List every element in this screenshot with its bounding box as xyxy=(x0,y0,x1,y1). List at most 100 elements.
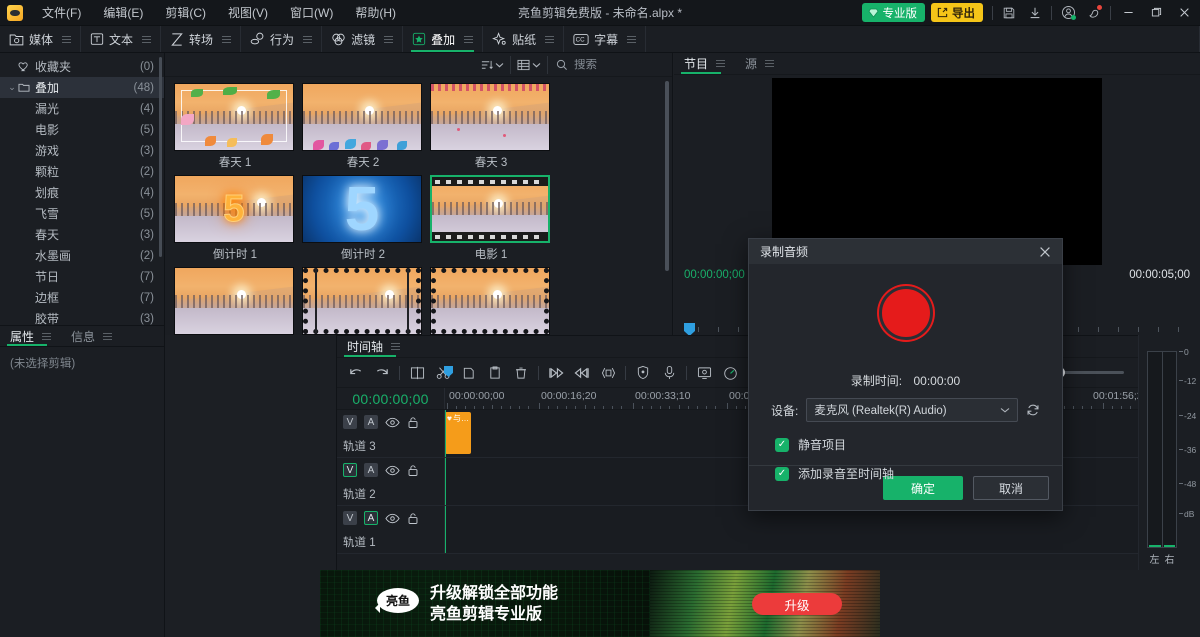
menu-dots-icon[interactable] xyxy=(62,35,72,43)
library-item-movie[interactable]: 电影 (5) xyxy=(0,119,164,140)
library-item-border[interactable]: 边框 (7) xyxy=(0,287,164,308)
eye-icon[interactable] xyxy=(385,513,400,524)
library-item-holiday[interactable]: 节日 (7) xyxy=(0,266,164,287)
tab-behavior[interactable]: 行为 xyxy=(241,26,323,52)
download-icon[interactable] xyxy=(1022,1,1048,25)
chevron-down-icon[interactable]: ⌄ xyxy=(6,82,18,93)
library-item-louguang[interactable]: 漏光 (4) xyxy=(0,98,164,119)
menu-dots-icon[interactable] xyxy=(142,35,152,43)
media-item[interactable]: 电影 3 xyxy=(302,267,424,335)
menu-file[interactable]: 文件(F) xyxy=(31,0,92,25)
library-item-overlay[interactable]: ⌄ 叠加 (48) xyxy=(0,77,164,98)
checkbox-checked-icon[interactable]: ✓ xyxy=(775,437,789,452)
tab-filter[interactable]: 滤镜 xyxy=(322,26,404,52)
minimize-button[interactable] xyxy=(1114,0,1142,26)
tab-sticker[interactable]: 贴纸 xyxy=(483,26,565,52)
menu-help[interactable]: 帮助(H) xyxy=(344,0,407,25)
shield-icon[interactable] xyxy=(630,361,656,385)
speed-icon[interactable] xyxy=(717,361,743,385)
lock-icon[interactable] xyxy=(407,464,419,477)
track-lane[interactable] xyxy=(445,506,1200,553)
library-item-spring[interactable]: 春天 (3) xyxy=(0,224,164,245)
add-recording-checkbox-row[interactable]: ✓ 添加录音至时间轴 xyxy=(775,465,894,482)
media-item[interactable]: 5 倒计时 2 xyxy=(302,175,424,262)
pro-version-button[interactable]: 专业版 xyxy=(861,3,925,22)
account-icon[interactable] xyxy=(1055,1,1081,25)
record-button[interactable] xyxy=(878,286,933,340)
playhead[interactable] xyxy=(445,458,446,505)
upgrade-button[interactable]: 升级 xyxy=(752,593,842,615)
tab-overlay[interactable]: 叠加 xyxy=(403,26,484,52)
media-thumbnail[interactable] xyxy=(430,267,550,335)
media-thumbnail[interactable] xyxy=(174,267,294,335)
tab-info[interactable]: 信息 xyxy=(61,326,122,346)
library-item-scratch[interactable]: 划痕 (4) xyxy=(0,182,164,203)
track-audio-toggle[interactable]: A xyxy=(364,415,378,429)
media-thumbnail[interactable] xyxy=(302,267,422,335)
media-thumbnail[interactable] xyxy=(174,83,294,151)
media-item[interactable]: 春天 1 xyxy=(174,83,296,170)
track-video-toggle[interactable]: V xyxy=(343,511,357,525)
sort-button[interactable] xyxy=(474,55,511,74)
library-item-game[interactable]: 游戏 (3) xyxy=(0,140,164,161)
menu-dots-icon[interactable] xyxy=(464,35,474,43)
media-item[interactable]: 5 倒计时 1 xyxy=(174,175,296,262)
tab-transition[interactable]: 转场 xyxy=(161,26,242,52)
view-mode-button[interactable] xyxy=(511,55,548,74)
library-item-snow[interactable]: 飞雪 (5) xyxy=(0,203,164,224)
library-item-favorites[interactable]: 收藏夹 (0) xyxy=(0,56,164,77)
tab-text[interactable]: 文本 xyxy=(81,26,162,52)
timeline-clip[interactable]: 与… xyxy=(445,412,471,454)
eye-icon[interactable] xyxy=(385,465,400,476)
maximize-button[interactable] xyxy=(1142,0,1170,26)
confirm-button[interactable]: 确定 xyxy=(883,476,963,500)
menu-dots-icon[interactable] xyxy=(545,35,555,43)
save-icon[interactable] xyxy=(996,1,1022,25)
tab-timeline[interactable]: 时间轴 xyxy=(337,336,410,357)
close-button[interactable] xyxy=(1170,0,1198,26)
media-item[interactable]: 电影 1 xyxy=(430,175,552,262)
export-button[interactable]: 导出 xyxy=(931,3,983,22)
tab-caption[interactable]: CC 字幕 xyxy=(564,26,647,52)
library-item-grain[interactable]: 颗粒 (2) xyxy=(0,161,164,182)
media-search[interactable] xyxy=(548,58,666,71)
playhead[interactable] xyxy=(445,506,446,553)
close-icon[interactable] xyxy=(1034,241,1056,263)
menu-dots-icon[interactable] xyxy=(765,60,775,67)
menu-dots-icon[interactable] xyxy=(384,35,394,43)
goto-end-icon[interactable] xyxy=(569,361,595,385)
track-video-toggle[interactable]: V xyxy=(343,463,357,477)
track-audio-toggle[interactable]: A xyxy=(364,511,378,525)
search-input[interactable] xyxy=(574,58,654,71)
goto-start-icon[interactable] xyxy=(543,361,569,385)
copy-icon[interactable] xyxy=(456,361,482,385)
menu-dots-icon[interactable] xyxy=(222,35,232,43)
notification-icon[interactable] xyxy=(1081,1,1107,25)
checkbox-checked-icon[interactable]: ✓ xyxy=(775,466,789,481)
microphone-icon[interactable] xyxy=(656,361,682,385)
cancel-button[interactable]: 取消 xyxy=(973,476,1049,500)
media-thumbnail[interactable]: 5 xyxy=(174,175,294,243)
tab-properties[interactable]: 属性 xyxy=(0,326,61,346)
paste-icon[interactable] xyxy=(482,361,508,385)
screen-record-icon[interactable] xyxy=(691,361,717,385)
library-item-tape[interactable]: 胶带 (3) xyxy=(0,308,164,325)
media-item[interactable]: 春天 3 xyxy=(430,83,552,170)
media-item[interactable]: 电影 4 xyxy=(430,267,552,335)
menu-dots-icon[interactable] xyxy=(391,343,401,350)
media-grid-scrollbar[interactable] xyxy=(665,81,669,271)
menu-dots-icon[interactable] xyxy=(303,35,313,43)
split-view-icon[interactable] xyxy=(404,361,430,385)
media-thumbnail[interactable] xyxy=(430,83,550,151)
media-thumbnail[interactable] xyxy=(302,83,422,151)
menu-dots-icon[interactable] xyxy=(42,332,52,340)
library-scrollbar[interactable] xyxy=(159,57,162,257)
track-video-toggle[interactable]: V xyxy=(343,415,357,429)
media-item[interactable]: 电影 2 xyxy=(174,267,296,335)
media-thumbnail[interactable]: 5 xyxy=(302,175,422,243)
delete-icon[interactable] xyxy=(508,361,534,385)
tab-media[interactable]: 媒体 xyxy=(0,26,82,52)
menu-dots-icon[interactable] xyxy=(716,60,726,67)
menu-dots-icon[interactable] xyxy=(103,332,113,340)
undo-icon[interactable] xyxy=(343,361,369,385)
